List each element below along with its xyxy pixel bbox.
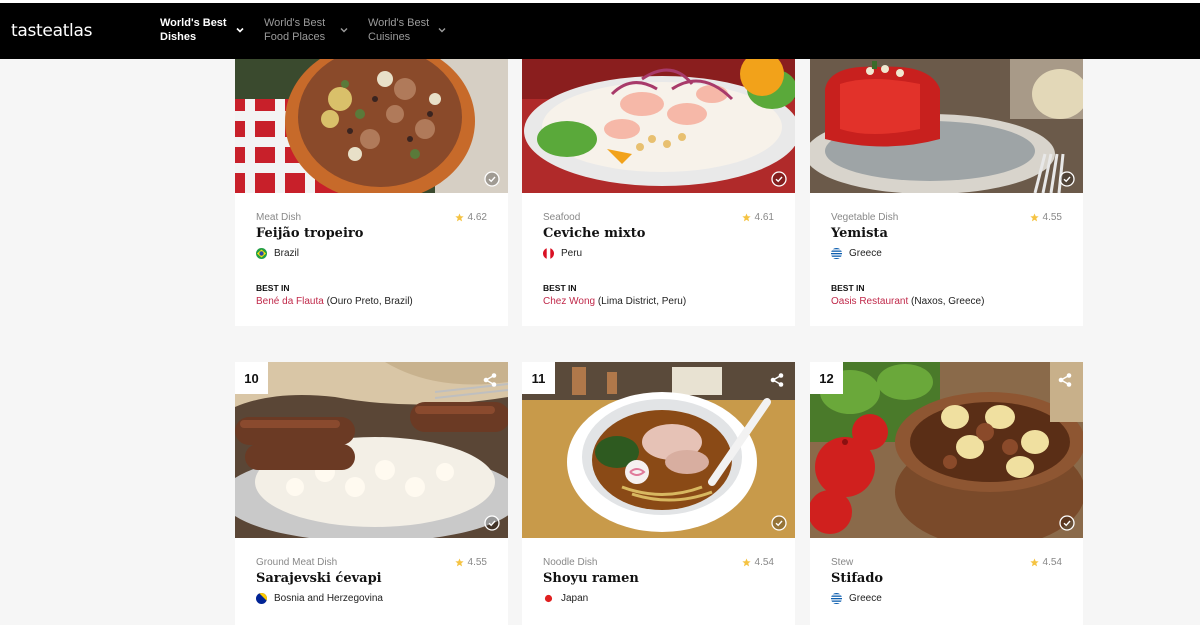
dish-name[interactable]: Stifado [831,571,883,586]
best-in-place: Oasis Restaurant (Naxos, Greece) [831,296,984,307]
check-circle-icon[interactable] [1059,515,1075,531]
rating-value: 4.55 [467,557,487,568]
brazil-flag-icon [256,248,267,259]
tasteatlas-logo[interactable]: tasteatlas [11,21,92,41]
greece-flag-icon [831,593,842,604]
share-icon[interactable] [482,372,498,388]
star-icon [454,558,464,567]
star-icon [1029,558,1039,567]
country-name: Greece [849,593,882,604]
rating-value: 4.54 [1042,557,1062,568]
country-name: Bosnia and Herzegovina [274,593,383,604]
peru-flag-icon [543,248,554,259]
bosnia-flag-icon [256,593,267,604]
dish-card[interactable]: 10 Ground Meat Dish 4.55 Sarajevski ćeva… [235,362,508,625]
nav-label: World's Best Food Places [264,17,326,43]
place-location: (Lima District, Peru) [595,296,687,307]
dish-rating: 4.62 [454,212,487,223]
place-link[interactable]: Chez Wong [543,296,595,307]
logo-atlas: atlas [52,21,93,41]
rating-value: 4.62 [467,212,487,223]
star-icon [454,213,464,222]
place-location: (Naxos, Greece) [908,296,985,307]
check-circle-icon[interactable] [484,515,500,531]
nav-worlds-best-cuisines[interactable]: World's Best Cuisines [368,16,448,44]
dish-name[interactable]: Ceviche mixto [543,226,645,241]
rank-badge: 10 [235,362,268,394]
rating-value: 4.55 [1042,212,1062,223]
star-icon [741,213,751,222]
dish-card[interactable]: Meat Dish 4.62 Feijão tropeiro Brazil BE… [235,59,508,326]
check-circle-icon[interactable] [484,171,500,187]
dish-card[interactable]: 11 Noodle Dish 4.54 Shoyu ramen Japan [522,362,795,625]
best-in-label: BEST IN [256,283,290,293]
top-navigation-bar: tasteatlas World's Best Dishes World's B… [0,0,1200,59]
nav-label: World's Best Cuisines [368,17,430,43]
japan-flag-icon [543,593,554,604]
dish-card[interactable]: Seafood 4.61 Ceviche mixto Peru BEST IN … [522,59,795,326]
dish-category: Noodle Dish [543,557,598,568]
dish-country[interactable]: Greece [831,248,882,259]
share-icon[interactable] [1057,372,1073,388]
place-link[interactable]: Oasis Restaurant [831,296,908,307]
dish-country[interactable]: Japan [543,593,588,604]
best-in-label: BEST IN [543,283,577,293]
dish-image[interactable]: 12 [810,362,1083,538]
dish-category: Meat Dish [256,212,302,223]
dish-name[interactable]: Shoyu ramen [543,571,639,586]
dish-country[interactable]: Brazil [256,248,299,259]
dish-country[interactable]: Peru [543,248,582,259]
country-name: Brazil [274,248,300,259]
country-name: Peru [561,248,583,259]
check-circle-icon[interactable] [771,515,787,531]
dish-rating: 4.54 [1029,557,1062,568]
place-location: (Ouro Preto, Brazil) [323,296,413,307]
logo-taste: taste [11,21,53,41]
dish-category: Vegetable Dish [831,212,899,223]
star-icon [741,558,751,567]
dish-image[interactable]: 10 [235,362,508,538]
nav-worlds-best-dishes[interactable]: World's Best Dishes [160,16,246,44]
check-circle-icon[interactable] [771,171,787,187]
dish-image[interactable]: 11 [522,362,795,538]
dish-category: Ground Meat Dish [256,557,338,568]
share-icon[interactable] [769,372,785,388]
nav-label: World's Best Dishes [160,17,227,43]
dish-image[interactable] [522,59,795,193]
rank-badge: 11 [522,362,555,394]
dish-card[interactable]: 12 Stew 4.54 Stifado Greece [810,362,1083,625]
star-icon [1029,213,1039,222]
dish-image[interactable] [235,59,508,193]
dish-country[interactable]: Bosnia and Herzegovina [256,593,383,604]
dish-name[interactable]: Sarajevski ćevapi [256,571,382,586]
dish-card[interactable]: Vegetable Dish 4.55 Yemista Greece BEST … [810,59,1083,326]
dish-category: Stew [831,557,854,568]
dish-rating: 4.61 [741,212,774,223]
dish-category: Seafood [543,212,581,223]
greece-flag-icon [831,248,842,259]
dish-name[interactable]: Yemista [831,226,888,241]
dish-rating: 4.55 [1029,212,1062,223]
best-in-label: BEST IN [831,283,865,293]
nav-worlds-best-food-places[interactable]: World's Best Food Places [264,16,350,44]
dish-rating: 4.55 [454,557,487,568]
rank-badge: 12 [810,362,843,394]
chevron-down-icon [234,24,246,36]
chevron-down-icon [436,24,448,36]
check-circle-icon[interactable] [1059,171,1075,187]
dish-rating: 4.54 [741,557,774,568]
country-name: Japan [561,593,589,604]
rating-value: 4.54 [754,557,774,568]
dish-name[interactable]: Feijão tropeiro [256,226,363,241]
best-in-place: Bené da Flauta (Ouro Preto, Brazil) [256,296,413,307]
country-name: Greece [849,248,882,259]
rating-value: 4.61 [754,212,774,223]
dish-country[interactable]: Greece [831,593,882,604]
best-in-place: Chez Wong (Lima District, Peru) [543,296,686,307]
place-link[interactable]: Bené da Flauta [256,296,324,307]
top-border [0,0,1200,3]
chevron-down-icon [338,24,350,36]
dish-image[interactable] [810,59,1083,193]
